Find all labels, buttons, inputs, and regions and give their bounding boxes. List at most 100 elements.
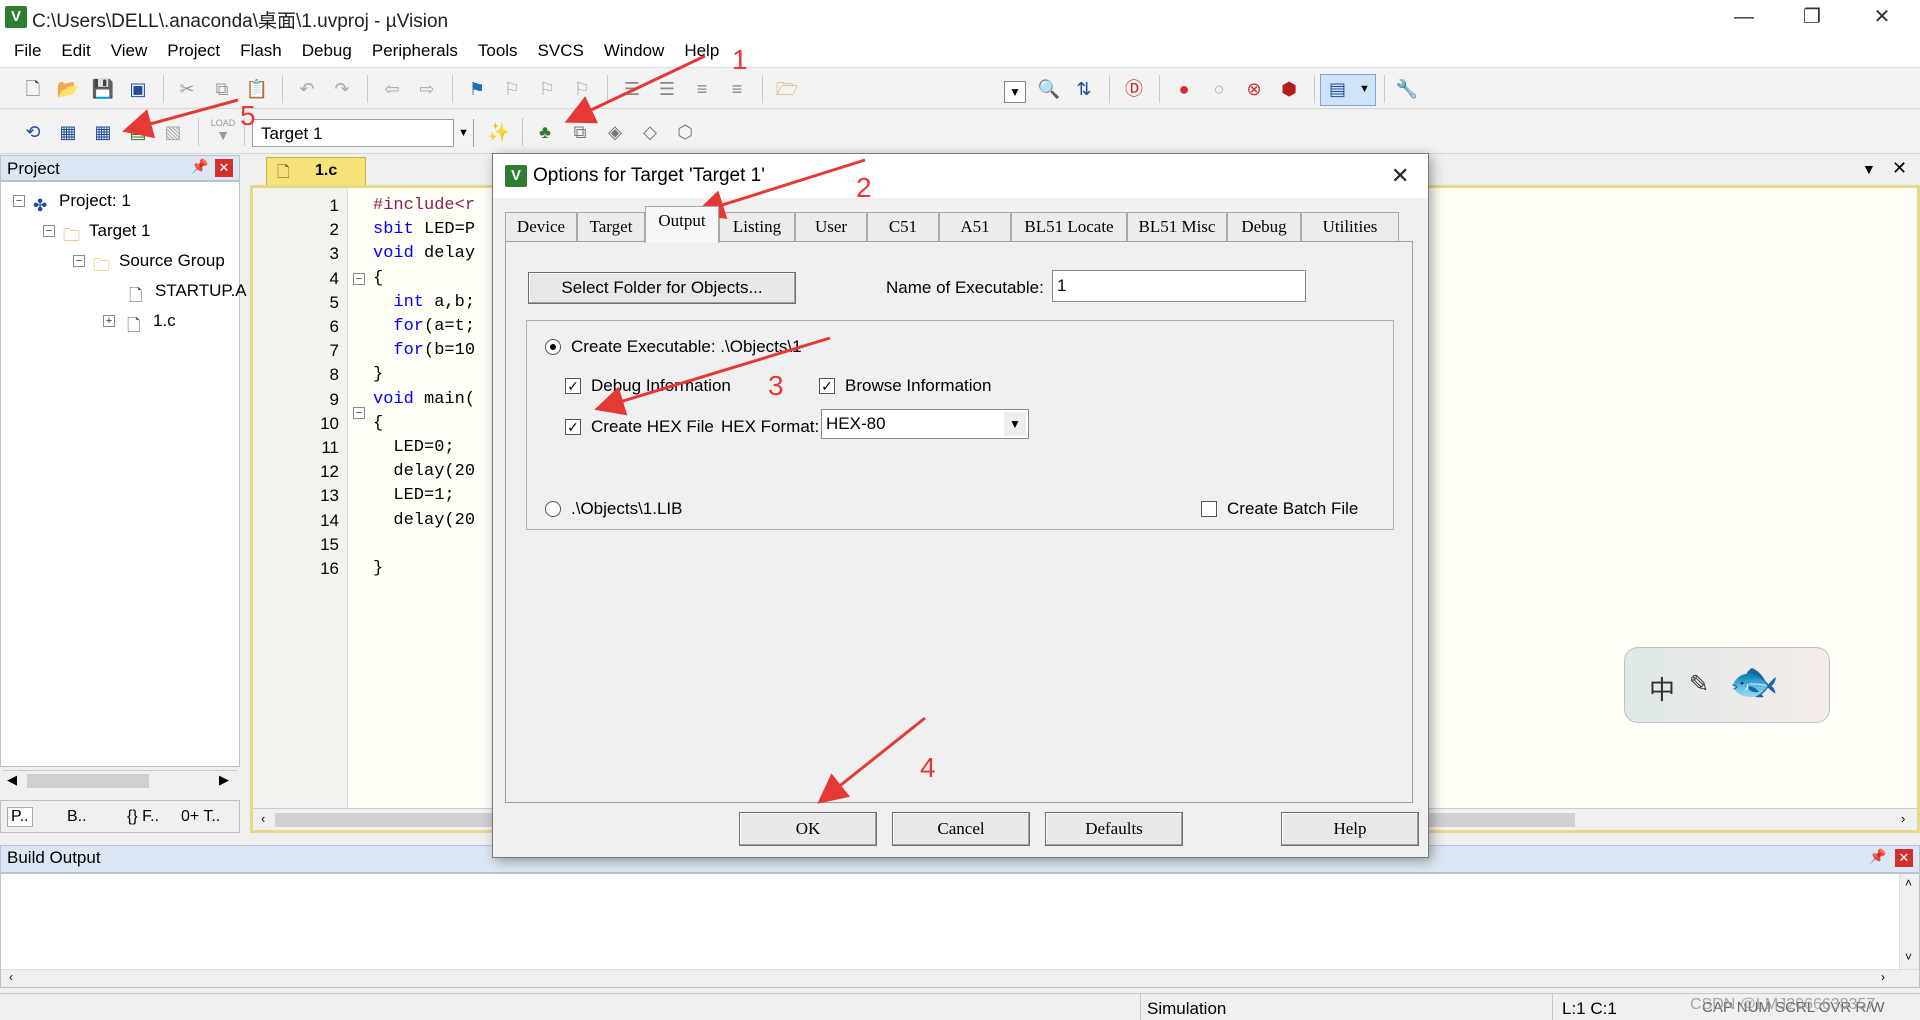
ime-widget[interactable]: 中 ✎ 🐟 (1624, 647, 1830, 723)
menu-window[interactable]: Window (594, 34, 674, 68)
tree-item-source-group[interactable]: − 🗀 Source Group (73, 248, 225, 275)
scroll-right-icon[interactable]: › (1901, 811, 1905, 826)
close-icon[interactable]: ✕ (1895, 849, 1913, 867)
debug-info-checkbox[interactable]: ✓ (565, 378, 581, 394)
scroll-left-icon[interactable]: ‹ (261, 811, 265, 826)
select-packs-icon[interactable]: ◈ (600, 117, 630, 147)
menu-debug[interactable]: Debug (292, 34, 362, 68)
manage-project-items-icon[interactable]: ⧉ (565, 117, 595, 147)
expander-icon[interactable]: − (73, 255, 85, 267)
browse-info-checkbox[interactable]: ✓ (819, 378, 835, 394)
uncomment-icon[interactable]: ≡ (722, 74, 752, 104)
close-icon[interactable]: ✕ (1852, 2, 1912, 32)
scroll-right-icon[interactable]: ▶ (219, 772, 229, 788)
tab-project[interactable]: P.. (7, 807, 33, 827)
cancel-button[interactable]: Cancel (892, 812, 1030, 846)
select-folder-button[interactable]: Select Folder for Objects... (528, 272, 796, 304)
pin-icon[interactable]: 📌 (1869, 848, 1886, 865)
scrollbar-thumb[interactable] (27, 774, 149, 788)
find-icon[interactable]: 🔍 (1034, 74, 1064, 104)
expander-icon[interactable]: + (103, 315, 115, 327)
unindent-icon[interactable]: ☰ (652, 74, 682, 104)
configure-wrench-icon[interactable]: 🔧 (1392, 74, 1422, 104)
create-executable-radio[interactable] (545, 339, 561, 355)
nav-back-icon[interactable]: ⇦ (377, 74, 407, 104)
debug-session-icon[interactable]: Ⓓ (1119, 74, 1149, 104)
expander-icon[interactable]: − (13, 195, 25, 207)
target-select[interactable]: Target 1 ▼ (252, 119, 474, 147)
build-hscrollbar[interactable]: ‹ › (1, 969, 1919, 987)
scroll-up-icon[interactable]: ˄ (1905, 876, 1912, 890)
bookmark-prev-icon[interactable]: ⚐ (497, 74, 527, 104)
menu-peripherals[interactable]: Peripherals (362, 34, 468, 68)
menu-svcs[interactable]: SVCS (528, 34, 594, 68)
menu-file[interactable]: File (0, 34, 51, 68)
incremental-find-icon[interactable]: ⇅ (1069, 74, 1099, 104)
create-batch-checkbox[interactable] (1201, 501, 1217, 517)
breakpoint-disable-icon[interactable]: ○ (1204, 74, 1234, 104)
fold-icon[interactable]: − (353, 273, 365, 285)
build-output-pane[interactable]: ˄ ˅ ‹ › (0, 873, 1920, 988)
save-icon[interactable]: 💾 (88, 74, 118, 104)
tab-templates[interactable]: 0+ T.. (181, 808, 220, 826)
tree-item-target[interactable]: − 🗀 Target 1 (43, 218, 150, 245)
window-layout-button[interactable]: ▤ ▼ (1320, 74, 1376, 106)
download-load-button[interactable]: LOAD ▼ (208, 118, 238, 148)
menu-project[interactable]: Project (157, 34, 230, 68)
bookmark-clear-icon[interactable]: ⚐ (567, 74, 597, 104)
copy-icon[interactable]: ⧉ (207, 74, 237, 104)
tab-functions[interactable]: {} F.. (127, 808, 159, 826)
hex-format-select[interactable]: HEX-80 ▼ (821, 409, 1029, 439)
menu-tools[interactable]: Tools (468, 34, 528, 68)
tree-item-project[interactable]: − ✤ Project: 1 (13, 188, 131, 215)
tab-listing[interactable]: Listing (719, 212, 795, 242)
open-folder-icon[interactable]: 📂 (53, 74, 83, 104)
find-dropdown-icon[interactable]: ▼ (1004, 81, 1026, 103)
options-for-target-icon[interactable]: ♣ (530, 117, 560, 147)
manage-rte-icon[interactable]: ◇ (635, 117, 665, 147)
tab-a51[interactable]: A51 (939, 212, 1011, 242)
pin-icon[interactable]: 📌 (191, 158, 208, 175)
new-file-icon[interactable]: 🗋 (18, 74, 48, 104)
breakpoint-icon[interactable]: ● (1169, 74, 1199, 104)
tab-bl51-locate[interactable]: BL51 Locate (1011, 212, 1127, 242)
breakpoint-disable-all-icon[interactable]: ⊗ (1239, 74, 1269, 104)
restore-icon[interactable]: ❐ (1782, 2, 1842, 32)
bookmark-next-icon[interactable]: ⚐ (532, 74, 562, 104)
stop-build-icon[interactable]: ▧ (158, 117, 188, 147)
tab-bl51-misc[interactable]: BL51 Misc (1127, 212, 1227, 242)
tab-target[interactable]: Target (577, 212, 645, 242)
scroll-left-icon[interactable]: ◀ (7, 772, 17, 788)
multi-project-icon[interactable]: ⬡ (670, 117, 700, 147)
tree-item-1c[interactable]: + 🗋 1.c (103, 308, 176, 335)
tree-item-startup[interactable]: 🗋 STARTUP.A (129, 278, 247, 305)
cut-icon[interactable]: ✂ (172, 74, 202, 104)
menu-edit[interactable]: Edit (51, 34, 100, 68)
editor-tab-1c[interactable]: 🗋 1.c (266, 157, 366, 185)
name-executable-input[interactable] (1052, 270, 1306, 302)
create-library-radio[interactable] (545, 501, 561, 517)
tree-hscrollbar[interactable]: ◀ ▶ (3, 770, 237, 790)
chevron-down-icon[interactable]: ▼ (1862, 161, 1876, 177)
comment-icon[interactable]: ≡ (687, 74, 717, 104)
minimize-icon[interactable]: — (1714, 2, 1774, 32)
indent-icon[interactable]: ☰ (617, 74, 647, 104)
batch-build-icon[interactable]: ▤ (123, 117, 153, 147)
scroll-left-icon[interactable]: ‹ (9, 970, 13, 984)
target-options-wand-icon[interactable]: ✨ (484, 117, 514, 147)
menu-help[interactable]: Help (674, 34, 729, 68)
rebuild-icon[interactable]: ▦ (88, 117, 118, 147)
build-vscrollbar[interactable]: ˄ ˅ (1899, 874, 1919, 969)
help-button[interactable]: Help (1281, 812, 1419, 846)
close-icon[interactable]: ✕ (1892, 158, 1907, 179)
close-icon[interactable]: ✕ (215, 159, 233, 177)
ok-button[interactable]: OK (739, 812, 877, 846)
tab-output[interactable]: Output (645, 206, 719, 243)
dialog-close-icon[interactable]: ✕ (1391, 163, 1409, 189)
tab-books[interactable]: B.. (67, 808, 87, 826)
nav-forward-icon[interactable]: ⇨ (412, 74, 442, 104)
redo-icon[interactable]: ↷ (327, 74, 357, 104)
fold-icon[interactable]: − (353, 407, 365, 419)
breakpoint-kill-icon[interactable]: ⬢ (1274, 74, 1304, 104)
menu-flash[interactable]: Flash (230, 34, 292, 68)
